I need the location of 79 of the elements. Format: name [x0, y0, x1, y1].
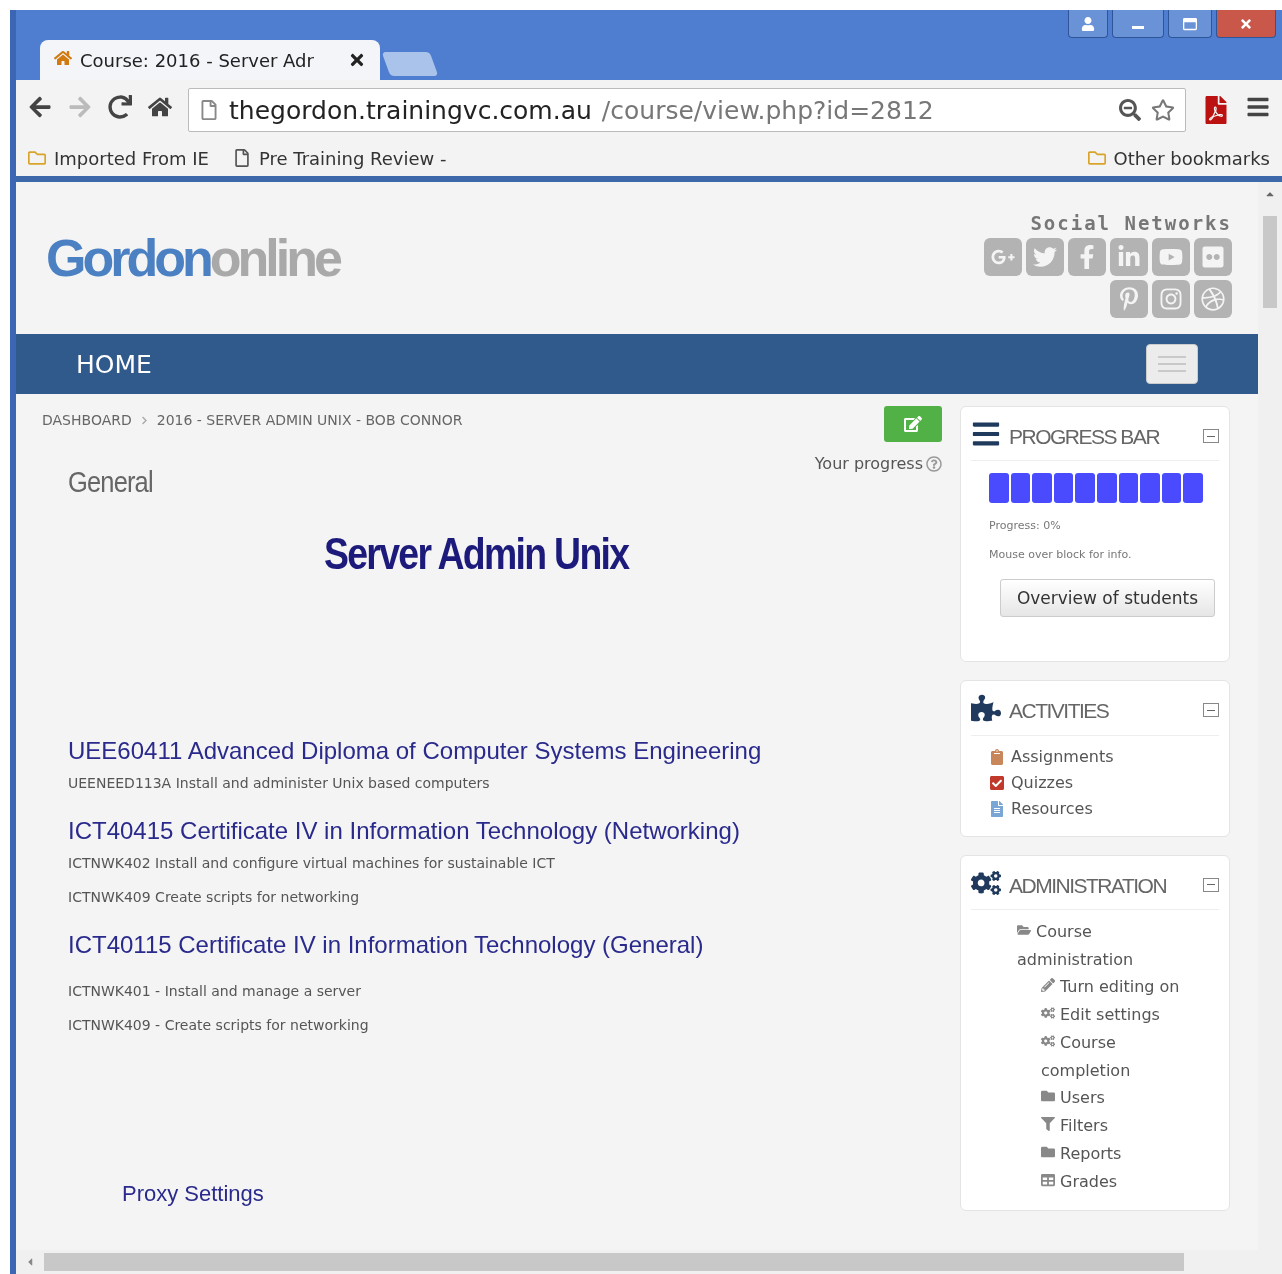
course-title: Server Admin Unix — [324, 529, 631, 579]
browser-tab[interactable]: Course: 2016 - Server Adr — [40, 40, 380, 80]
proxy-link[interactable]: Proxy Settings — [122, 1181, 942, 1207]
help-icon[interactable] — [926, 455, 942, 472]
progress-label: Your progress — [814, 454, 923, 473]
bookmark[interactable]: Other bookmarks — [1087, 147, 1270, 169]
tree-item[interactable]: Turn editing on — [1041, 972, 1181, 1001]
block-title: ACTIVITIES — [1009, 698, 1110, 725]
zoom-out-icon[interactable] — [1119, 99, 1141, 121]
clipboard-icon — [989, 748, 1005, 765]
block-title: PROGRESS BAR — [1009, 424, 1161, 450]
folder-icon — [28, 149, 46, 167]
tree-item[interactable]: Course administration — [1017, 917, 1147, 973]
social-icon[interactable] — [1194, 280, 1232, 318]
activity-link[interactable]: Resources — [989, 795, 1219, 822]
maximize-button[interactable] — [1168, 10, 1212, 38]
page-icon — [232, 149, 251, 167]
pencil-icon — [1041, 978, 1055, 995]
minimize-icon — [1132, 26, 1144, 29]
user-button[interactable] — [1068, 10, 1108, 38]
social-icon[interactable] — [1110, 280, 1148, 318]
edit-icon — [904, 415, 922, 433]
close-icon[interactable] — [348, 51, 366, 69]
close-icon — [1239, 16, 1253, 31]
progress-text: Progress: 0% — [989, 519, 1062, 533]
social-icon[interactable] — [984, 238, 1022, 276]
tree-item[interactable]: Filters — [1041, 1111, 1181, 1140]
checkbox-icon — [989, 774, 1005, 791]
breadcrumb-link[interactable]: 2016 - SERVER ADMIN UNIX - BOB CONNOR — [156, 412, 463, 428]
star-icon[interactable] — [1151, 98, 1175, 122]
scrollbar-thumb[interactable] — [1263, 216, 1277, 308]
folder-icon — [1087, 149, 1106, 167]
block-title: ADMINISTRATION — [1009, 872, 1168, 899]
close-button[interactable] — [1216, 10, 1276, 38]
tree-item[interactable]: Reports — [1041, 1139, 1181, 1168]
unit-text: ICTNWK409 - Create scripts for networking — [68, 1017, 370, 1033]
overview-button[interactable]: Overview of students — [999, 579, 1215, 618]
social-icon[interactable] — [1026, 238, 1064, 276]
social-icon[interactable] — [1068, 238, 1106, 276]
minimize-button[interactable] — [1112, 10, 1164, 38]
user-icon — [1081, 16, 1095, 31]
collapse-button[interactable] — [1203, 703, 1219, 718]
logo: Gordononline — [46, 228, 339, 288]
social-icon[interactable] — [1152, 238, 1190, 276]
unit-text: ICTNWK401 - Install and manage a server — [68, 983, 362, 999]
unit-text: ICTNWK409 Create scripts for networking — [68, 889, 361, 905]
puzzle-icon — [971, 693, 1001, 724]
qualification-link[interactable]: ICT40115 Certificate IV in Information Technology (General) — [68, 931, 942, 959]
address-bar[interactable]: thegordon.trainingvc.com.au /course/view.php?id=2812 — [188, 88, 1186, 132]
nav-item[interactable]: HOME — [76, 349, 152, 379]
social-title: Social Networks — [1030, 212, 1232, 234]
activity-link[interactable]: Assignments — [989, 743, 1219, 770]
social-icon[interactable] — [1194, 238, 1232, 276]
scrollbar-thumb[interactable] — [44, 1253, 1184, 1271]
edit-button[interactable] — [884, 406, 942, 442]
tree-item[interactable]: Grades — [1041, 1167, 1181, 1196]
document-icon — [989, 800, 1005, 817]
page-icon — [199, 100, 219, 120]
social-icon[interactable] — [1110, 238, 1148, 276]
activity-link[interactable]: Quizzes — [989, 769, 1219, 796]
collapse-button[interactable] — [1203, 429, 1219, 443]
bookmark[interactable]: Imported From IE — [28, 147, 209, 169]
qualification-link[interactable]: ICT40415 Certificate IV in Information Technology (Networking) — [68, 817, 942, 845]
hint-text: Mouse over block for info. — [989, 548, 1133, 562]
unit-text: UEENEED113A Install and administer Unix based computers — [68, 775, 491, 791]
section-title: General — [68, 465, 154, 499]
collapse-button[interactable] — [1203, 877, 1219, 892]
bookmark[interactable]: Pre Training Review - — [232, 147, 447, 169]
tree-item[interactable]: Course completion — [1041, 1028, 1181, 1084]
tree-item[interactable]: Users — [1041, 1083, 1181, 1112]
social-icon[interactable] — [1152, 280, 1190, 318]
tree-item[interactable]: Edit settings — [1041, 1000, 1181, 1029]
qualification-link[interactable]: UEE60411 Advanced Diploma of Computer Systems Engineering — [68, 737, 942, 765]
filter-icon — [1041, 1117, 1055, 1134]
breadcrumb-link[interactable]: DASHBOARD — [42, 412, 132, 428]
chevron-icon — [139, 415, 149, 425]
new-tab-button[interactable] — [381, 52, 439, 76]
maximize-icon — [1183, 16, 1197, 31]
unit-text: ICTNWK402 Install and configure virtual machines for sustainable ICT — [68, 855, 556, 871]
